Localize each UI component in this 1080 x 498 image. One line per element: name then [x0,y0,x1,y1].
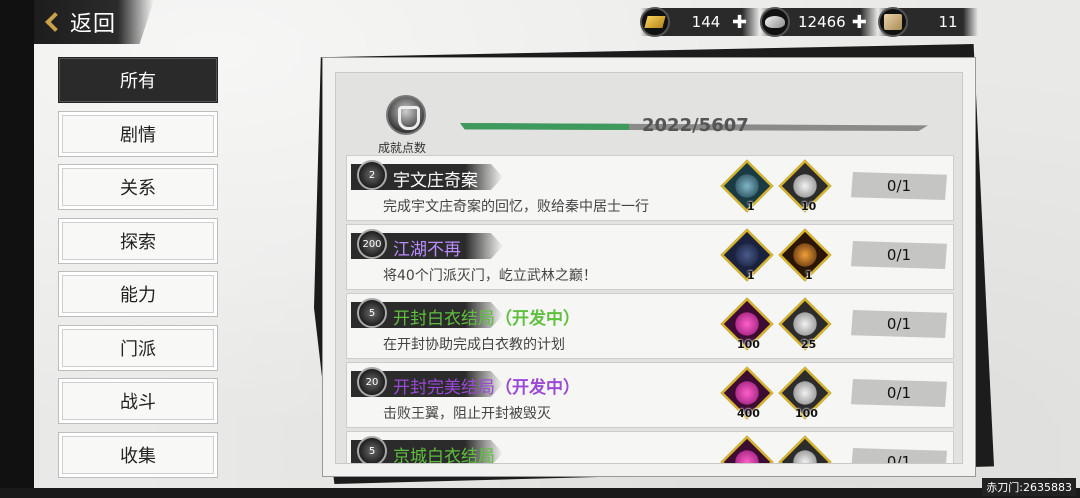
achievement-description: 完成宇文庄奇案的回忆，败给秦中居士一行 [383,199,649,215]
menu-item-explore[interactable]: 探索 [58,217,218,264]
bottom-edge [0,488,1080,498]
achievement-row[interactable]: 200 江湖不再将40个门派灭门，屹立武林之巅！ 1 1 0/1 [346,224,954,290]
achievement-points-badge: 2 [357,160,387,190]
achievement-title-text: 开封白衣结局 [393,309,495,329]
achievement-description: 击败王翼，阻止开封被毁灭 [383,406,551,422]
menu-item-story[interactable]: 剧情 [58,110,218,157]
achievement-status: 0/1 [851,172,947,200]
reward-count: 1 [805,269,813,282]
menu-item-relations[interactable]: 关系 [58,164,218,210]
achievement-status: 0/1 [851,310,947,338]
achievement-row[interactable]: 5 开封白衣结局（开发中） 在开封协助完成白衣教的计划 100 25 0/1 [346,293,954,359]
achievement-progress-fill [460,123,629,131]
achievement-panel: 成就点数 2022/5607 2 宇文庄奇案完成宇文庄奇案的回忆，败给秦中居士一行… [322,57,976,477]
achievement-dev-tag: （开发中） [495,309,580,329]
left-edge [0,0,34,498]
achievement-description: 在开封协助完成白衣教的计划 [383,337,565,353]
achievement-badge-icon [386,95,426,135]
achievement-status: 0/1 [851,448,947,463]
menu-item-collection[interactable]: 收集 [58,431,218,478]
watermark: 赤刀门:2635883 [982,478,1076,496]
achievement-title: 开封完美结局（开发中） [393,373,580,398]
reward-count: 10 [801,200,817,213]
gold-currency: 144 ✚ [640,7,760,37]
reward-count: 100 [737,338,760,351]
silver-value: 12466 [798,13,846,31]
achievement-title-text: 京城白衣结局 [393,447,495,464]
gold-value: 144 [691,13,721,31]
achievement-title-text: 江湖不再 [393,240,461,260]
chevron-left-icon [45,12,65,32]
back-label: 返回 [70,12,117,37]
achievement-title-text: 开封完美结局 [393,378,495,398]
achievement-points-badge: 20 [357,367,387,397]
add-silver-icon[interactable]: ✚ [852,12,867,33]
reward-count: 400 [737,407,760,420]
achievement-title: 宇文庄奇案 [393,166,478,191]
achievement-title-text: 宇文庄奇案 [393,171,478,191]
achievement-status: 0/1 [851,241,947,269]
achievement-points-badge: 5 [357,436,387,463]
silver-icon[interactable] [778,435,832,463]
achievement-status: 0/1 [851,379,947,407]
silver-ingot-icon [760,7,790,37]
achievement-progress-text: 2022/5607 [642,115,749,136]
achievement-points-badge: 5 [357,298,387,328]
achievement-description: 将40个门派灭门，屹立武林之巅！ [383,268,597,284]
reward-count: 1 [747,200,755,213]
achievement-title: 京城白衣结局 [393,442,495,464]
menu-item-ability[interactable]: 能力 [58,271,218,317]
menu-item-sect[interactable]: 门派 [58,324,218,371]
back-button[interactable]: 返回 [34,0,154,44]
add-gold-icon[interactable]: ✚ [732,12,747,33]
achievement-points-label: 成就点数 [378,141,427,155]
reward-count: 25 [801,338,817,351]
scroll-value: 11 [938,13,958,31]
achievement-title: 江湖不再 [393,235,461,260]
achievement-row[interactable]: 5 京城白衣结局 0/1 [346,431,954,464]
reward-count: 100 [795,407,818,420]
menu-item-all[interactable]: 所有 [58,57,218,103]
achievement-points-header: 成就点数 2022/5607 [336,73,962,155]
reward-count: 1 [747,269,755,282]
scroll-icon [878,7,908,37]
scroll-currency: 11 [878,7,978,37]
achievement-points-badge: 200 [357,229,387,259]
silver-currency: 12466 ✚ [760,7,878,37]
achievement-dev-tag: （开发中） [495,378,580,398]
achievement-row[interactable]: 20 开封完美结局（开发中） 击败王翼，阻止开封被毁灭 400 100 0/1 [346,362,954,428]
skill-point-icon[interactable] [720,435,774,463]
achievement-title: 开封白衣结局（开发中） [393,304,580,329]
menu-item-combat[interactable]: 战斗 [58,378,218,424]
achievement-row[interactable]: 2 宇文庄奇案完成宇文庄奇案的回忆，败给秦中居士一行 1 10 0/1 [346,155,954,221]
category-menu: 所有 剧情 关系 探索 能力 门派 战斗 收集 [58,57,218,485]
gold-ingot-icon [640,7,670,37]
achievement-list-container[interactable]: 成就点数 2022/5607 2 宇文庄奇案完成宇文庄奇案的回忆，败给秦中居士一行… [335,72,963,464]
